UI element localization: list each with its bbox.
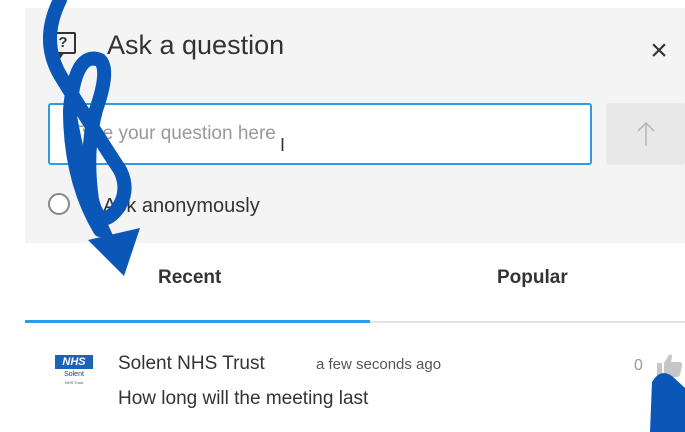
avatar-sub-line: NHS Trust	[64, 380, 84, 385]
question-author: Solent NHS Trust	[118, 353, 265, 374]
question-input[interactable]	[48, 103, 592, 165]
question-timestamp: a few seconds ago	[316, 356, 442, 373]
question-bubble-icon: ?	[50, 32, 76, 59]
ask-anonymously-label[interactable]: Ask anonymously	[103, 195, 260, 218]
send-question-button[interactable]	[606, 103, 685, 165]
avatar-org-line: Solent	[64, 371, 84, 378]
like-count: 0	[634, 357, 643, 374]
panel-title: Ask a question	[107, 30, 285, 60]
arrow-up-icon	[637, 121, 655, 146]
text-cursor-icon: I	[280, 135, 286, 155]
tab-recent[interactable]: Recent	[158, 267, 221, 289]
avatar: NHS Solent NHS Trust	[55, 355, 95, 391]
active-tab-indicator	[25, 320, 370, 323]
ask-anonymously-checkbox[interactable]	[48, 193, 70, 215]
close-icon[interactable]: ×	[646, 36, 672, 66]
nhs-logo: NHS	[55, 355, 93, 369]
thumbs-up-icon[interactable]	[656, 352, 684, 378]
question-text: How long will the meeting last	[118, 388, 369, 409]
tab-popular[interactable]: Popular	[497, 267, 568, 289]
